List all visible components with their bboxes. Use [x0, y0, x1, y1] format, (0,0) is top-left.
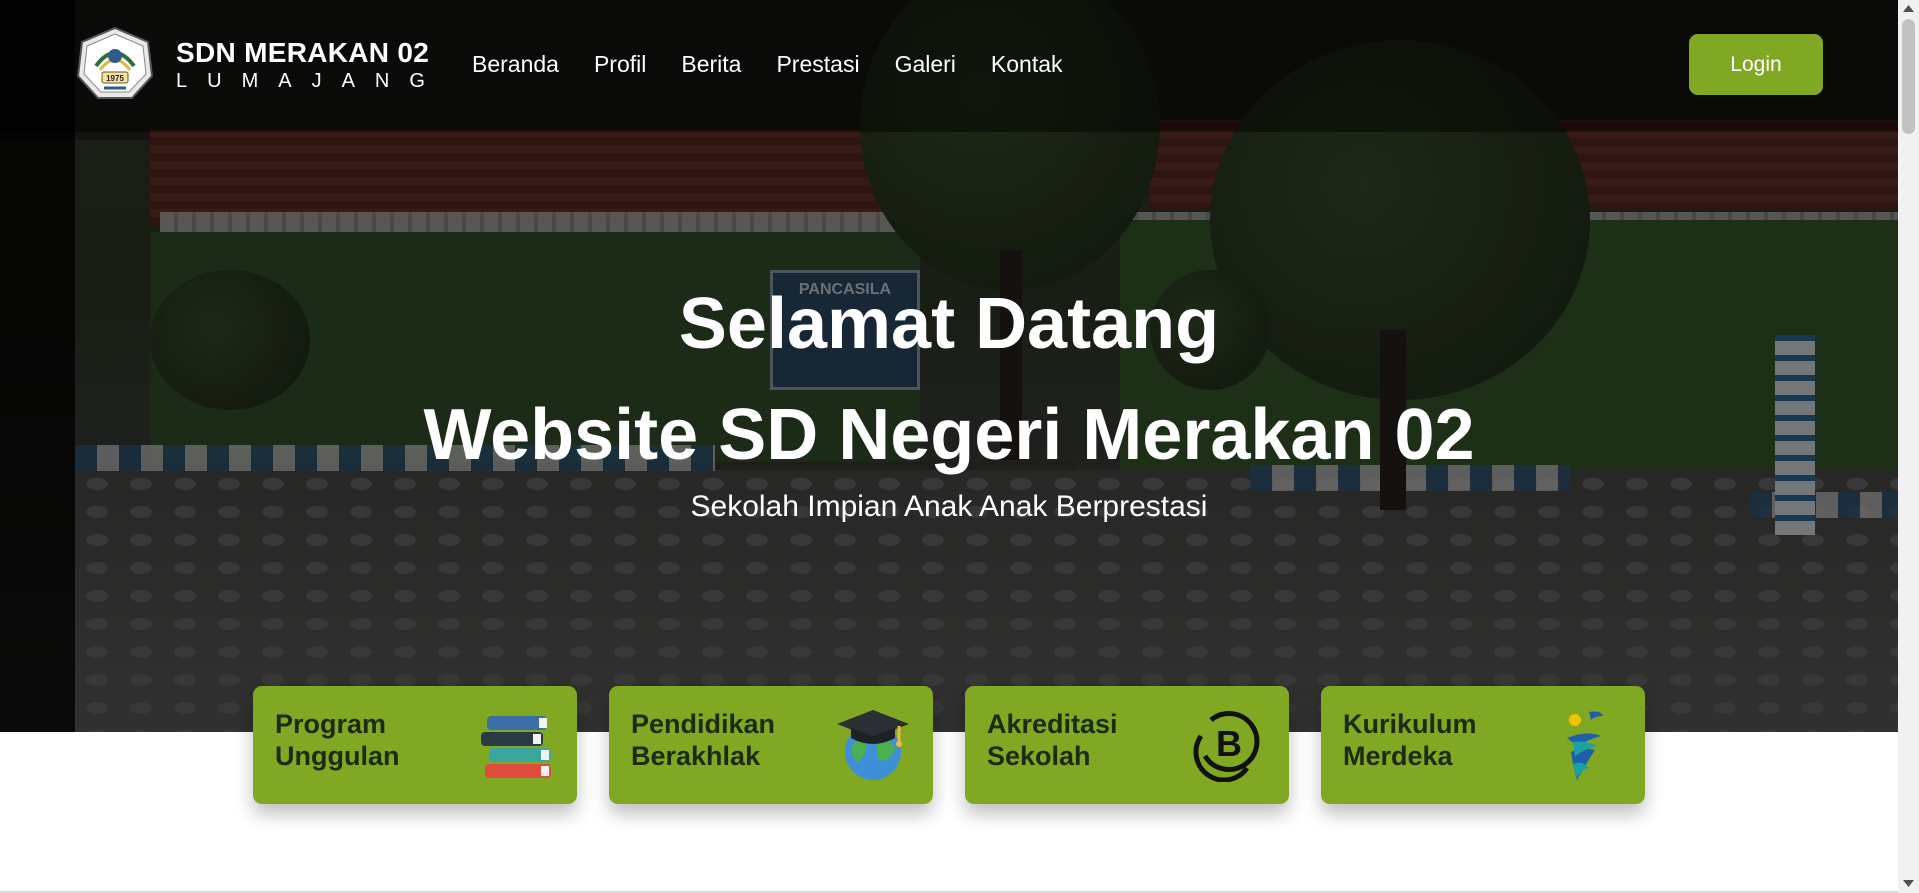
nav-beranda[interactable]: Beranda: [472, 51, 559, 78]
accreditation-b-icon: B: [1193, 711, 1260, 782]
page: PANCASILA 1975 SDN MERAKAN 02 LUMAJANG B…: [0, 0, 1919, 893]
hero-tagline: Sekolah Impian Anak Anak Berprestasi: [690, 490, 1208, 523]
brand-subtitle: LUMAJANG: [176, 70, 445, 92]
nav-prestasi[interactable]: Prestasi: [776, 51, 859, 78]
login-button[interactable]: Login: [1689, 34, 1823, 95]
site-header: 1975 SDN MERAKAN 02 LUMAJANG Beranda Pro…: [0, 0, 1898, 132]
svg-text:B: B: [1216, 723, 1242, 764]
vertical-scrollbar[interactable]: [1898, 0, 1919, 893]
nav-profil[interactable]: Profil: [594, 51, 646, 78]
nav-kontak[interactable]: Kontak: [991, 51, 1063, 78]
scroll-down-arrow-icon[interactable]: [1898, 874, 1919, 893]
school-logo[interactable]: 1975: [76, 26, 154, 102]
nav-galeri[interactable]: Galeri: [895, 51, 956, 78]
hero-title-line2: Website SD Negeri Merakan 02: [423, 395, 1475, 475]
books-icon: [481, 716, 551, 778]
nav-berita[interactable]: Berita: [681, 51, 741, 78]
card-akreditasi-sekolah[interactable]: Akreditasi Sekolah B: [965, 686, 1289, 804]
kurikulum-merdeka-icon: [1567, 711, 1603, 780]
brand-title[interactable]: SDN MERAKAN 02: [176, 37, 429, 69]
card-program-unggulan[interactable]: Program Unggulan: [253, 686, 577, 804]
scrollbar-thumb[interactable]: [1902, 19, 1915, 134]
card-pendidikan-berakhlak[interactable]: Pendidikan Berakhlak: [609, 686, 933, 804]
card-kurikulum-merdeka[interactable]: Kurikulum Merdeka: [1321, 686, 1645, 804]
hero-title-line1: Selamat Datang: [678, 284, 1220, 364]
main-nav: Beranda Profil Berita Prestasi Galeri Ko…: [472, 51, 1098, 78]
scroll-up-arrow-icon[interactable]: [1898, 0, 1919, 17]
graduation-globe-icon: [837, 710, 909, 780]
svg-text:1975: 1975: [106, 74, 124, 83]
